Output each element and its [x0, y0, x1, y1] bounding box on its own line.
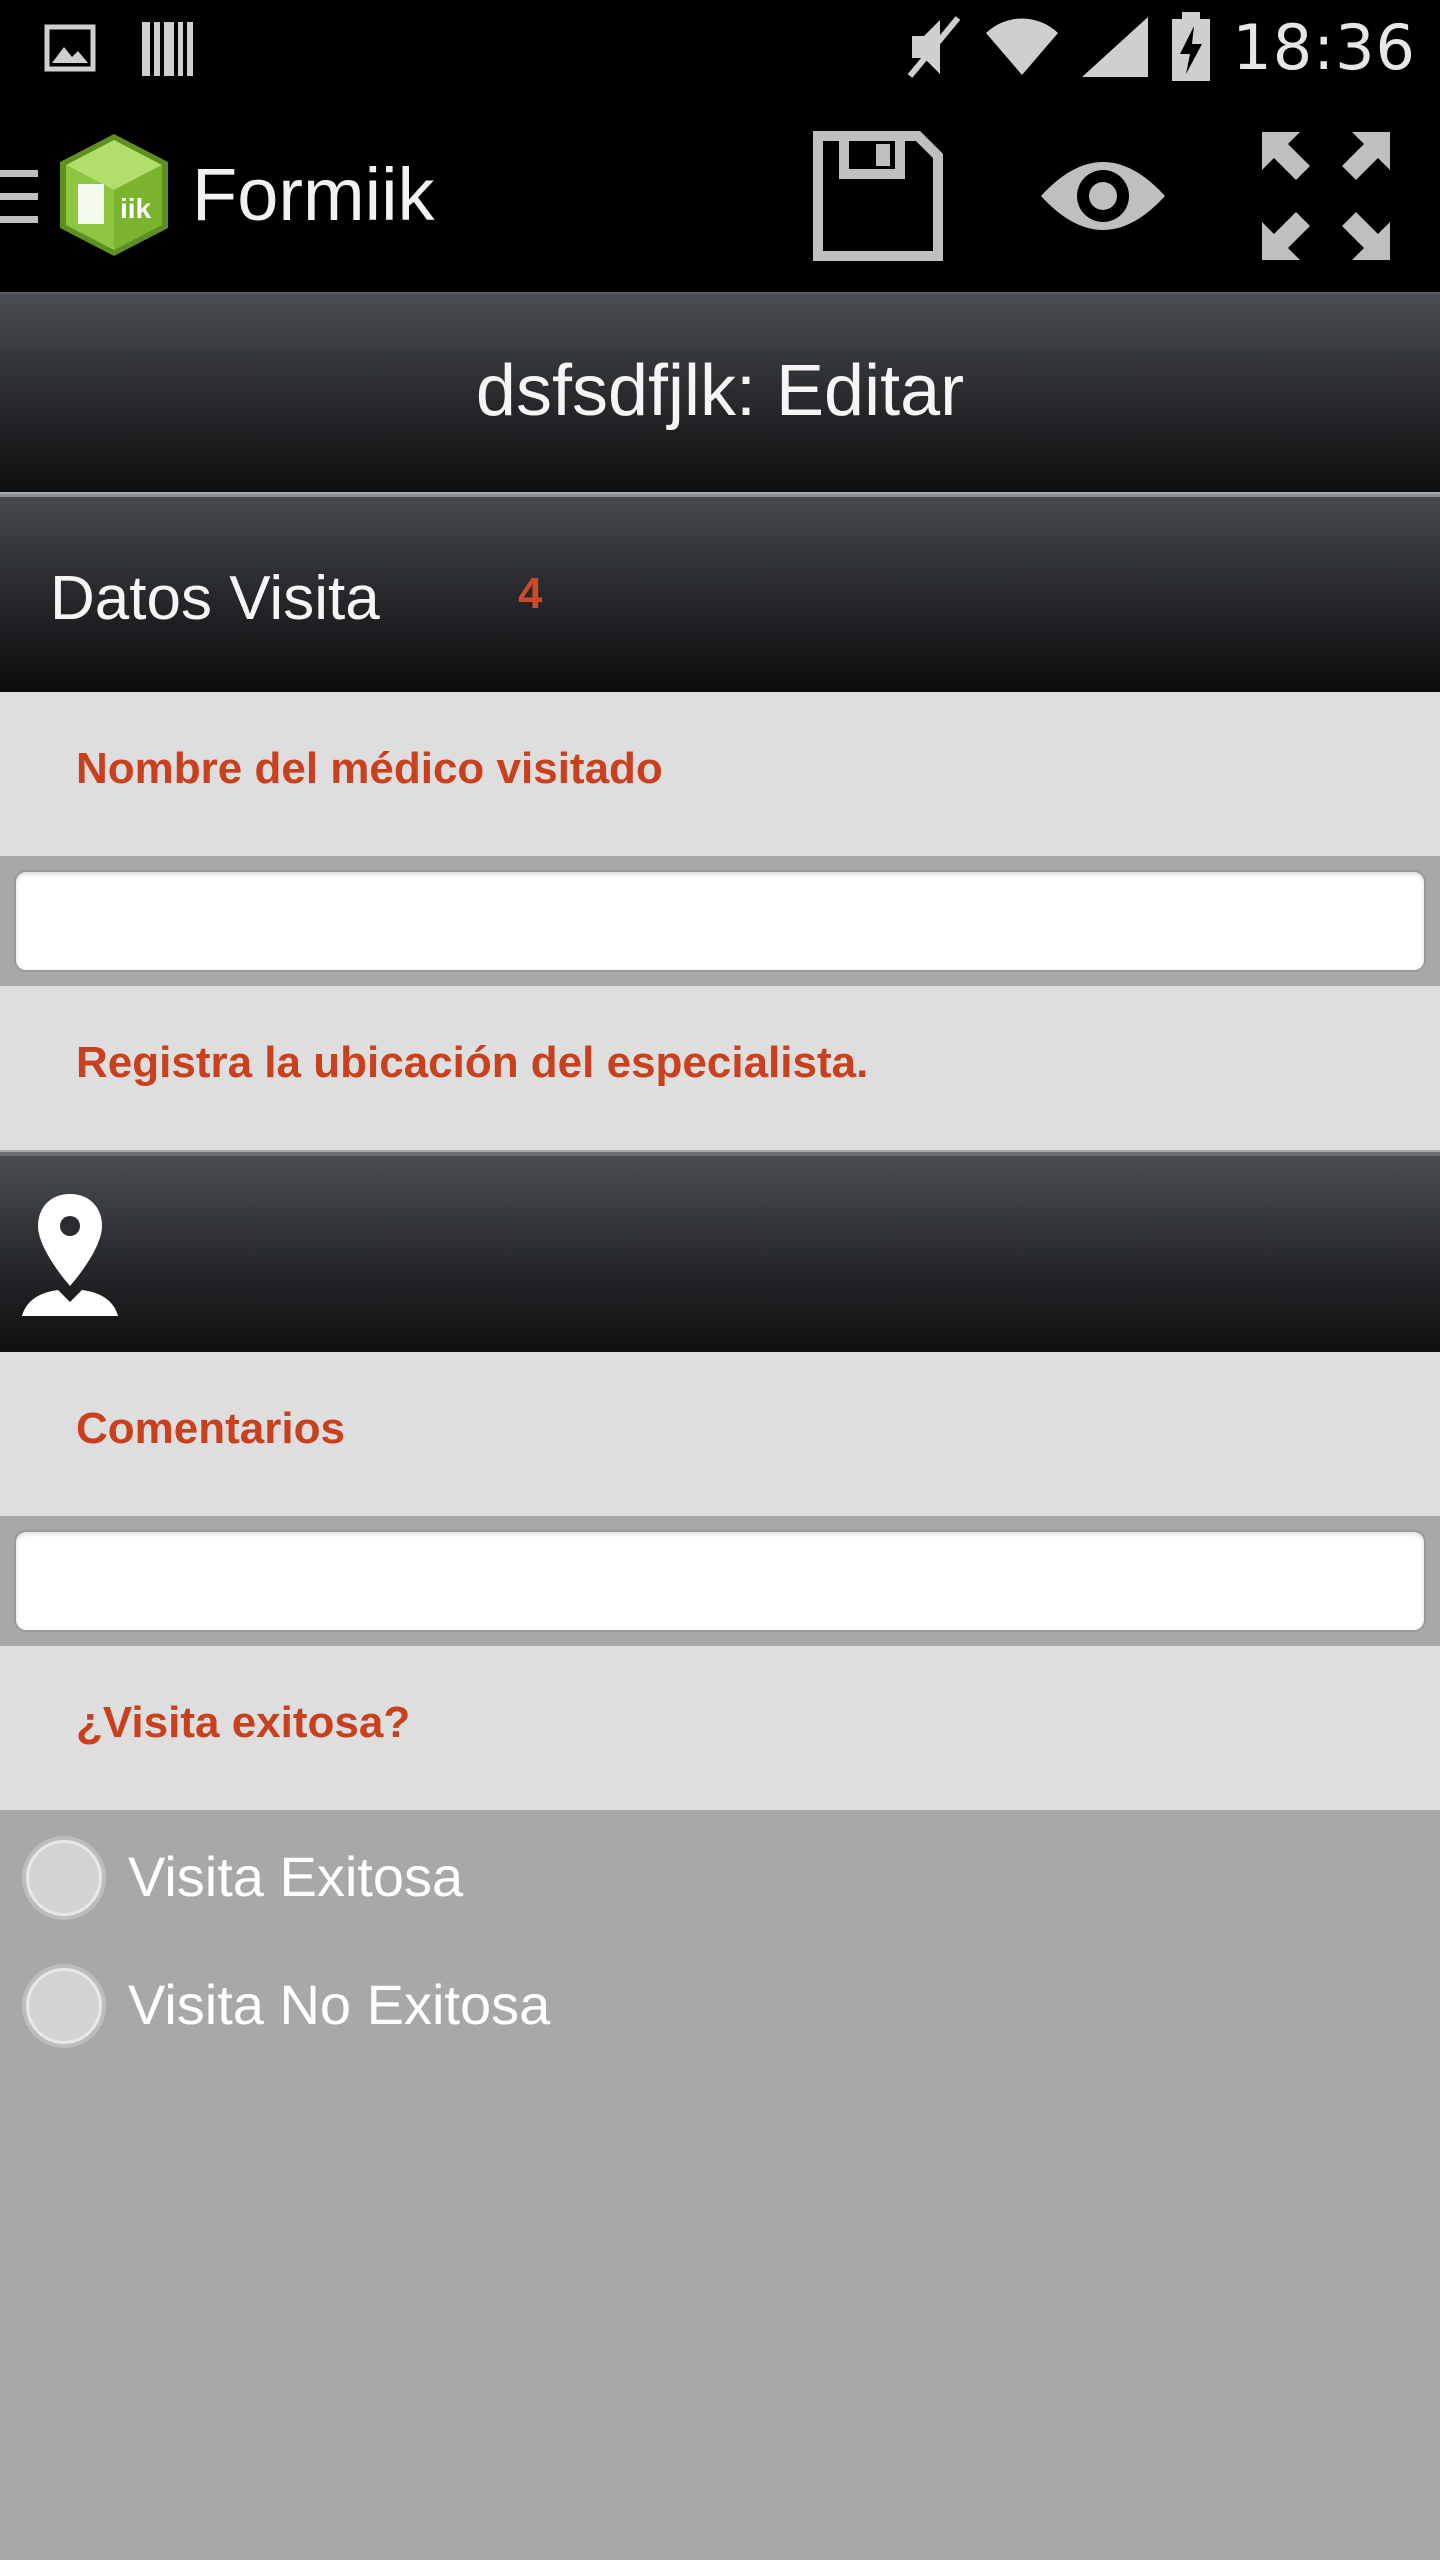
eye-icon[interactable] [1035, 128, 1171, 264]
nombre-medico-input[interactable] [14, 870, 1426, 972]
page-title: dsfsdfjlk: Editar [475, 351, 965, 431]
input-band [0, 1516, 1440, 1646]
radio-button[interactable] [22, 1836, 106, 1920]
input-band [0, 856, 1440, 986]
action-bar: iik Formiik [0, 100, 1440, 292]
radio-option-visita-exitosa[interactable]: Visita Exitosa [0, 1822, 1440, 1932]
question-label-visita-exitosa: ¿Visita exitosa? [0, 1646, 1440, 1810]
question-label-text: Comentarios [76, 1404, 345, 1453]
status-time: 18:36 [1232, 10, 1416, 84]
battery-charging-icon [1172, 12, 1211, 81]
question-label-text: Nombre del médico visitado [76, 744, 663, 793]
wifi-icon [986, 18, 1059, 75]
question-label-text: ¿Visita exitosa? [76, 1698, 411, 1747]
section-header-datos-visita[interactable]: Datos Visita 4 [0, 494, 1440, 692]
barcode-icon [142, 22, 193, 76]
question-label-comentarios: Comentarios [0, 1352, 1440, 1516]
app-logo[interactable]: iik [54, 130, 174, 260]
location-pin-icon [22, 1194, 118, 1316]
save-icon[interactable] [810, 128, 946, 264]
comentarios-input[interactable] [14, 1530, 1426, 1632]
radio-label: Visita Exitosa [128, 1845, 464, 1908]
question-label-nombre: Nombre del médico visitado [0, 692, 1440, 856]
section-count-badge: 4 [518, 569, 543, 618]
location-capture-button[interactable] [0, 1152, 1440, 1352]
status-bar: 18:36 [0, 0, 1440, 100]
signal-icon [1082, 17, 1149, 77]
section-title: Datos Visita [50, 564, 380, 633]
radio-button[interactable] [22, 1964, 106, 2048]
app-title: Formiik [192, 153, 435, 236]
image-notification-icon [44, 24, 96, 72]
page-header: dsfsdfjlk: Editar [0, 292, 1440, 492]
mute-icon [908, 16, 961, 78]
radio-option-visita-no-exitosa[interactable]: Visita No Exitosa [0, 1950, 1440, 2060]
question-label-ubicacion: Registra la ubicación del especialista. [0, 986, 1440, 1150]
radio-label: Visita No Exitosa [128, 1973, 551, 2036]
question-label-text: Registra la ubicación del especialista. [76, 1038, 869, 1087]
fullscreen-icon[interactable] [1258, 128, 1394, 264]
svg-text:iik: iik [120, 193, 152, 224]
drawer-menu-icon[interactable] [0, 170, 40, 226]
